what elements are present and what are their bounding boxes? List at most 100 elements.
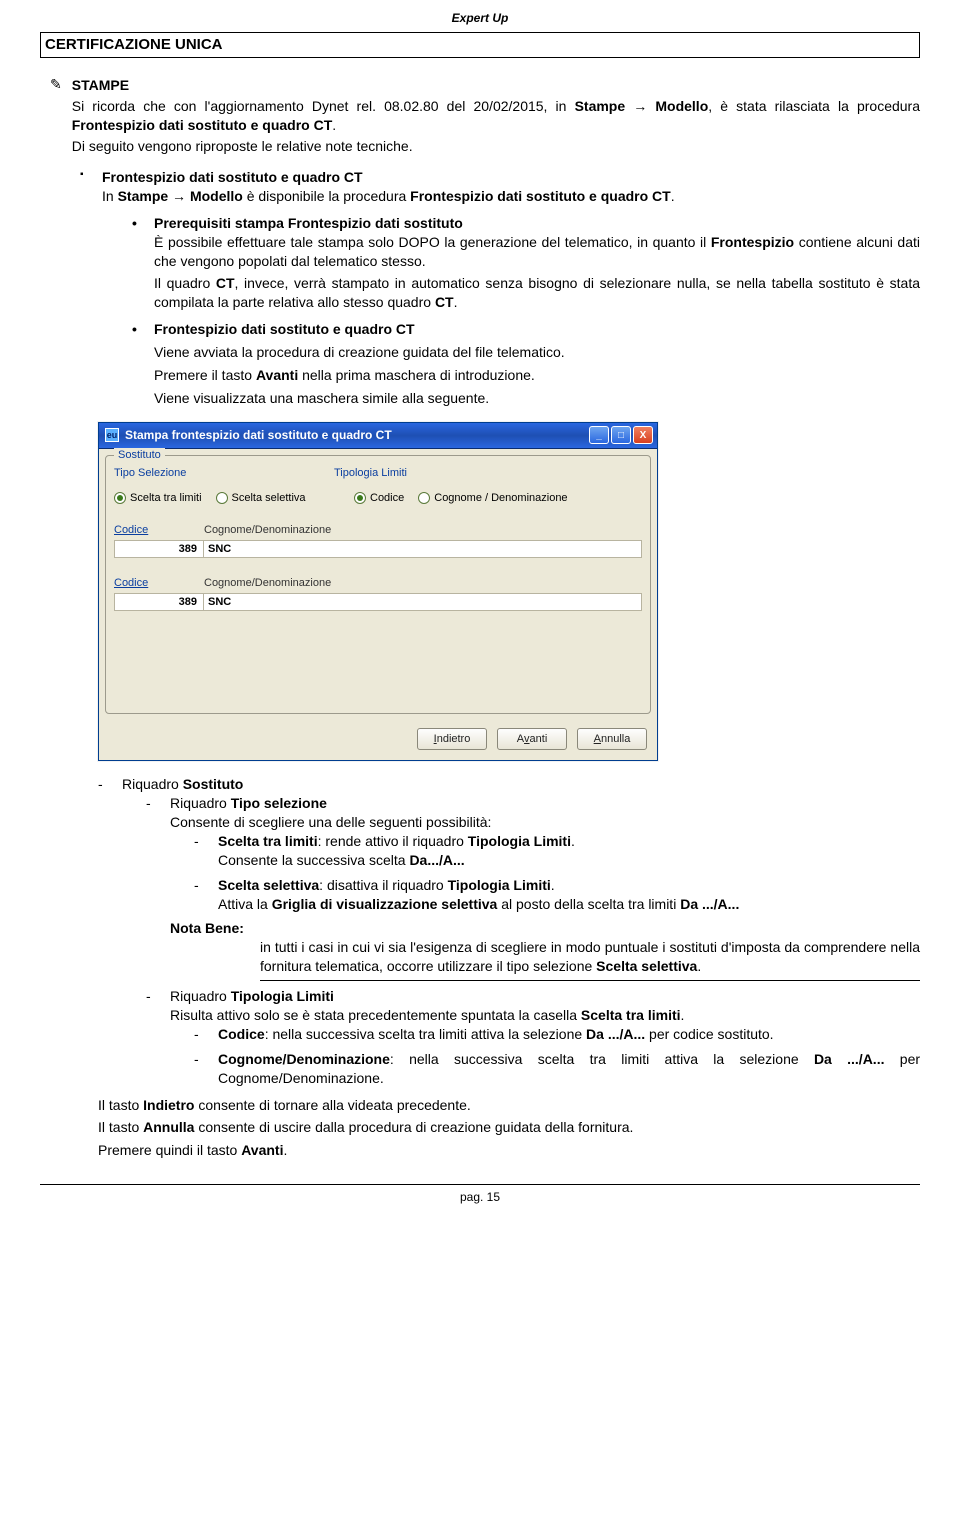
text: Tipologia Limiti	[448, 877, 551, 893]
btn-label: nnulla	[601, 732, 630, 747]
text: .	[671, 188, 675, 204]
text: Annulla	[143, 1119, 194, 1135]
text: Scelta selettiva	[218, 877, 319, 893]
header-cognome: Cognome/Denominazione	[204, 576, 331, 591]
cell-cognome[interactable]: SNC	[204, 540, 642, 558]
text: al posto della scelta tra limiti	[497, 896, 680, 912]
cell-codice[interactable]: 389	[114, 593, 204, 611]
text: Premere il tasto	[154, 367, 256, 383]
annulla-button[interactable]: Annulla	[577, 728, 647, 750]
text: →	[168, 188, 190, 204]
radio-label: Scelta selettiva	[232, 491, 306, 506]
header-cognome: Cognome/Denominazione	[204, 523, 331, 538]
dot1-title: Prerequisiti stampa Frontespizio dati so…	[154, 215, 463, 231]
maximize-button[interactable]: □	[611, 426, 631, 444]
text: CT	[216, 275, 235, 291]
dash-item-sostituto: Riquadro Sostituto Riquadro Tipo selezio…	[98, 775, 920, 1087]
radio-icon	[354, 492, 366, 504]
close-button[interactable]: X	[633, 426, 653, 444]
text: →	[625, 98, 655, 114]
dot-bullet-item: Frontespizio dati sostituto e quadro CT …	[132, 320, 920, 408]
sq1-title: Frontespizio dati sostituto e quadro CT	[102, 169, 363, 185]
text: Consente la successiva scelta	[218, 852, 409, 868]
radio-cognome-denominazione[interactable]: Cognome / Denominazione	[418, 491, 567, 506]
text: per codice sostituto.	[645, 1026, 773, 1042]
text: : nella successiva scelta tra limiti att…	[265, 1026, 586, 1042]
radio-icon	[418, 492, 430, 504]
app-icon: eu	[105, 428, 119, 442]
text: Da.../A...	[409, 852, 464, 868]
text: .	[454, 294, 458, 310]
cell-codice[interactable]: 389	[114, 540, 204, 558]
header-codice[interactable]: Codice	[114, 523, 204, 538]
text: Avanti	[256, 367, 298, 383]
text: Scelta selettiva	[596, 958, 697, 974]
hand-icon: ✎	[50, 76, 62, 156]
text: Da .../A...	[586, 1026, 645, 1042]
text: Frontespizio dati sostituto e quadro CT	[410, 188, 671, 204]
square-bullet-item: Frontespizio dati sostituto e quadro CT …	[80, 168, 920, 408]
text: .	[571, 833, 575, 849]
btn-label: A	[517, 732, 524, 747]
text: Da .../A...	[680, 896, 739, 912]
text: Indietro	[143, 1097, 194, 1113]
dash-item-op1: Scelta tra limiti: rende attivo il riqua…	[194, 832, 920, 870]
plain-indietro: Il tasto Indietro consente di tornare al…	[98, 1096, 920, 1115]
nota-bene-label: Nota Bene:	[170, 920, 244, 936]
data-row-to: 389 SNC	[114, 593, 642, 611]
plain-annulla: Il tasto Annulla consente di uscire dall…	[98, 1118, 920, 1137]
text: Si ricorda che con l'aggiornamento Dynet…	[72, 98, 575, 114]
header-product: Expert Up	[40, 10, 920, 26]
text: Tipologia Limiti	[468, 833, 571, 849]
header-codice[interactable]: Codice	[114, 576, 204, 591]
dash-item-op2: Scelta selettiva: disattiva il riquadro …	[194, 876, 920, 914]
text: Frontespizio dati sostituto e quadro CT	[72, 117, 333, 133]
dot2-p2: Premere il tasto Avanti nella prima masc…	[154, 366, 920, 385]
radio-scelta-tra-limiti[interactable]: Scelta tra limiti	[114, 491, 202, 506]
btn-label: anti	[530, 732, 548, 747]
text: Consente di scegliere una delle seguenti…	[170, 814, 491, 830]
header-tipo-selezione: Tipo Selezione	[114, 466, 334, 481]
text: Il tasto	[98, 1119, 143, 1135]
text: .	[681, 1007, 685, 1023]
text: , invece, verrà stampato in automatico s…	[154, 275, 920, 310]
text: in tutti i casi in cui vi sia l'esigenza…	[260, 939, 920, 974]
avanti-button[interactable]: Avanti	[497, 728, 567, 750]
stampe-note: Di seguito vengono riproposte le relativ…	[72, 137, 920, 156]
dot2-p1: Viene avviata la procedura di creazione …	[154, 343, 920, 362]
dialog-titlebar[interactable]: eu Stampa frontespizio dati sostituto e …	[99, 423, 657, 449]
text: Tipo selezione	[231, 795, 327, 811]
text: Scelta tra limiti	[581, 1007, 681, 1023]
text: Cognome/Denominazione	[218, 1051, 390, 1067]
groupbox-title: Sostituto	[114, 448, 165, 463]
text: , è stata rilasciata la procedura	[708, 98, 920, 114]
section-title-box: CERTIFICAZIONE UNICA	[40, 32, 920, 58]
cell-cognome[interactable]: SNC	[204, 593, 642, 611]
radio-label: Cognome / Denominazione	[434, 491, 567, 506]
text: Premere quindi il tasto	[98, 1142, 241, 1158]
radio-icon	[216, 492, 228, 504]
text: .	[283, 1142, 287, 1158]
text: In	[102, 188, 118, 204]
radio-scelta-selettiva[interactable]: Scelta selettiva	[216, 491, 306, 506]
text: nella prima maschera di introduzione.	[298, 367, 535, 383]
text: Riquadro	[170, 795, 231, 811]
text: Modello	[655, 98, 708, 114]
minimize-button[interactable]: _	[589, 426, 609, 444]
text: Riquadro	[122, 776, 183, 792]
radio-label: Scelta tra limiti	[130, 491, 202, 506]
dash-item-tipologia-limiti: Riquadro Tipologia Limiti Risulta attivo…	[146, 987, 920, 1087]
dot-bullet-item: Prerequisiti stampa Frontespizio dati so…	[132, 214, 920, 312]
groupbox-sostituto: Sostituto Tipo Selezione Tipologia Limit…	[105, 455, 651, 714]
text: Attiva la	[218, 896, 272, 912]
text: .	[697, 958, 701, 974]
text: Sostituto	[183, 776, 244, 792]
text: Avanti	[241, 1142, 283, 1158]
nota-bene-body: in tutti i casi in cui vi sia l'esigenza…	[260, 938, 920, 981]
dot2-p3: Viene visualizzata una maschera simile a…	[154, 389, 920, 408]
text: Griglia di visualizzazione selettiva	[272, 896, 498, 912]
indietro-button[interactable]: Indietro	[417, 728, 487, 750]
dialog-window: eu Stampa frontespizio dati sostituto e …	[98, 422, 658, 761]
radio-codice[interactable]: Codice	[354, 491, 404, 506]
data-row-from: 389 SNC	[114, 540, 642, 558]
